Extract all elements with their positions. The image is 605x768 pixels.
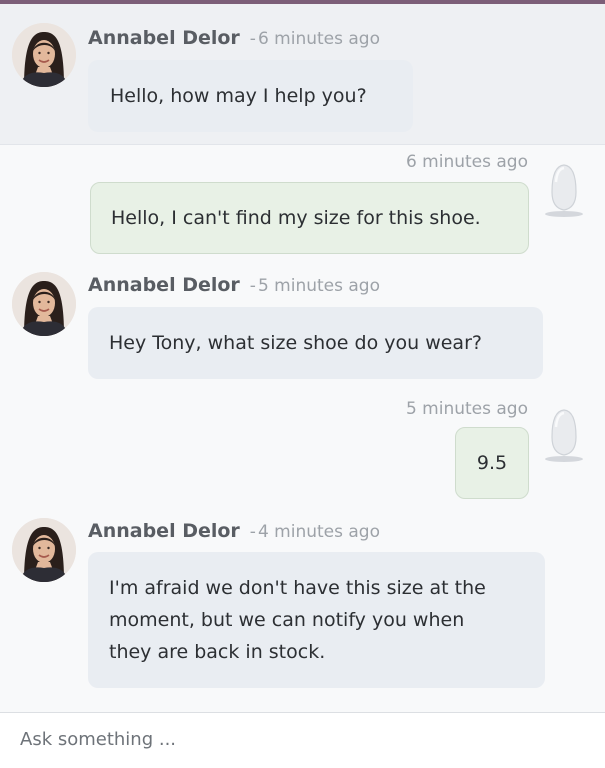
separator-dash: - (249, 276, 256, 296)
author-name: Annabel Delor (88, 274, 240, 296)
author-name: Annabel Delor (88, 520, 240, 542)
user-avatar-icon (540, 160, 588, 218)
separator-dash: - (249, 29, 256, 49)
message-time: 6 minutes ago (257, 29, 380, 49)
agent-message-bubble: Hey Tony, what size shoe do you wear? (88, 307, 543, 379)
message-text: 9.5 (476, 452, 508, 474)
user-message-bubble: 9.5 (455, 427, 529, 499)
agent-avatar (12, 272, 76, 336)
separator-dash: - (249, 522, 256, 542)
message-text: Hey Tony, what size shoe do you wear? (109, 332, 482, 354)
message-time: 5 minutes ago (257, 276, 380, 296)
avatar-image (12, 23, 76, 87)
message-composer (0, 712, 605, 768)
message-text: Hello, how may I help you? (110, 85, 367, 107)
message-header: Annabel Delor -4 minutes ago (88, 519, 380, 543)
message-header: Annabel Delor -6 minutes ago (88, 26, 380, 50)
agent-message-bubble: I'm afraid we don't have this size at th… (88, 552, 545, 688)
message-line: moment, but we can notify you when (109, 609, 465, 631)
avatar-image (12, 272, 76, 336)
message-header: Annabel Delor -5 minutes ago (88, 273, 380, 297)
avatar-image (12, 518, 76, 582)
message-time: 6 minutes ago (405, 152, 528, 172)
agent-avatar (12, 23, 76, 87)
user-message-bubble: Hello, I can't find my size for this sho… (90, 182, 529, 254)
message-time: 4 minutes ago (257, 522, 380, 542)
message-line: they are back in stock. (109, 641, 326, 663)
agent-avatar (12, 518, 76, 582)
message-line: I'm afraid we don't have this size at th… (109, 577, 486, 599)
user-avatar-icon (540, 405, 588, 463)
agent-message-bubble: Hello, how may I help you? (88, 60, 413, 132)
message-text: Hello, I can't find my size for this sho… (111, 207, 481, 229)
author-name: Annabel Delor (88, 27, 240, 49)
message-input[interactable] (20, 725, 580, 753)
message-time: 5 minutes ago (405, 399, 528, 419)
